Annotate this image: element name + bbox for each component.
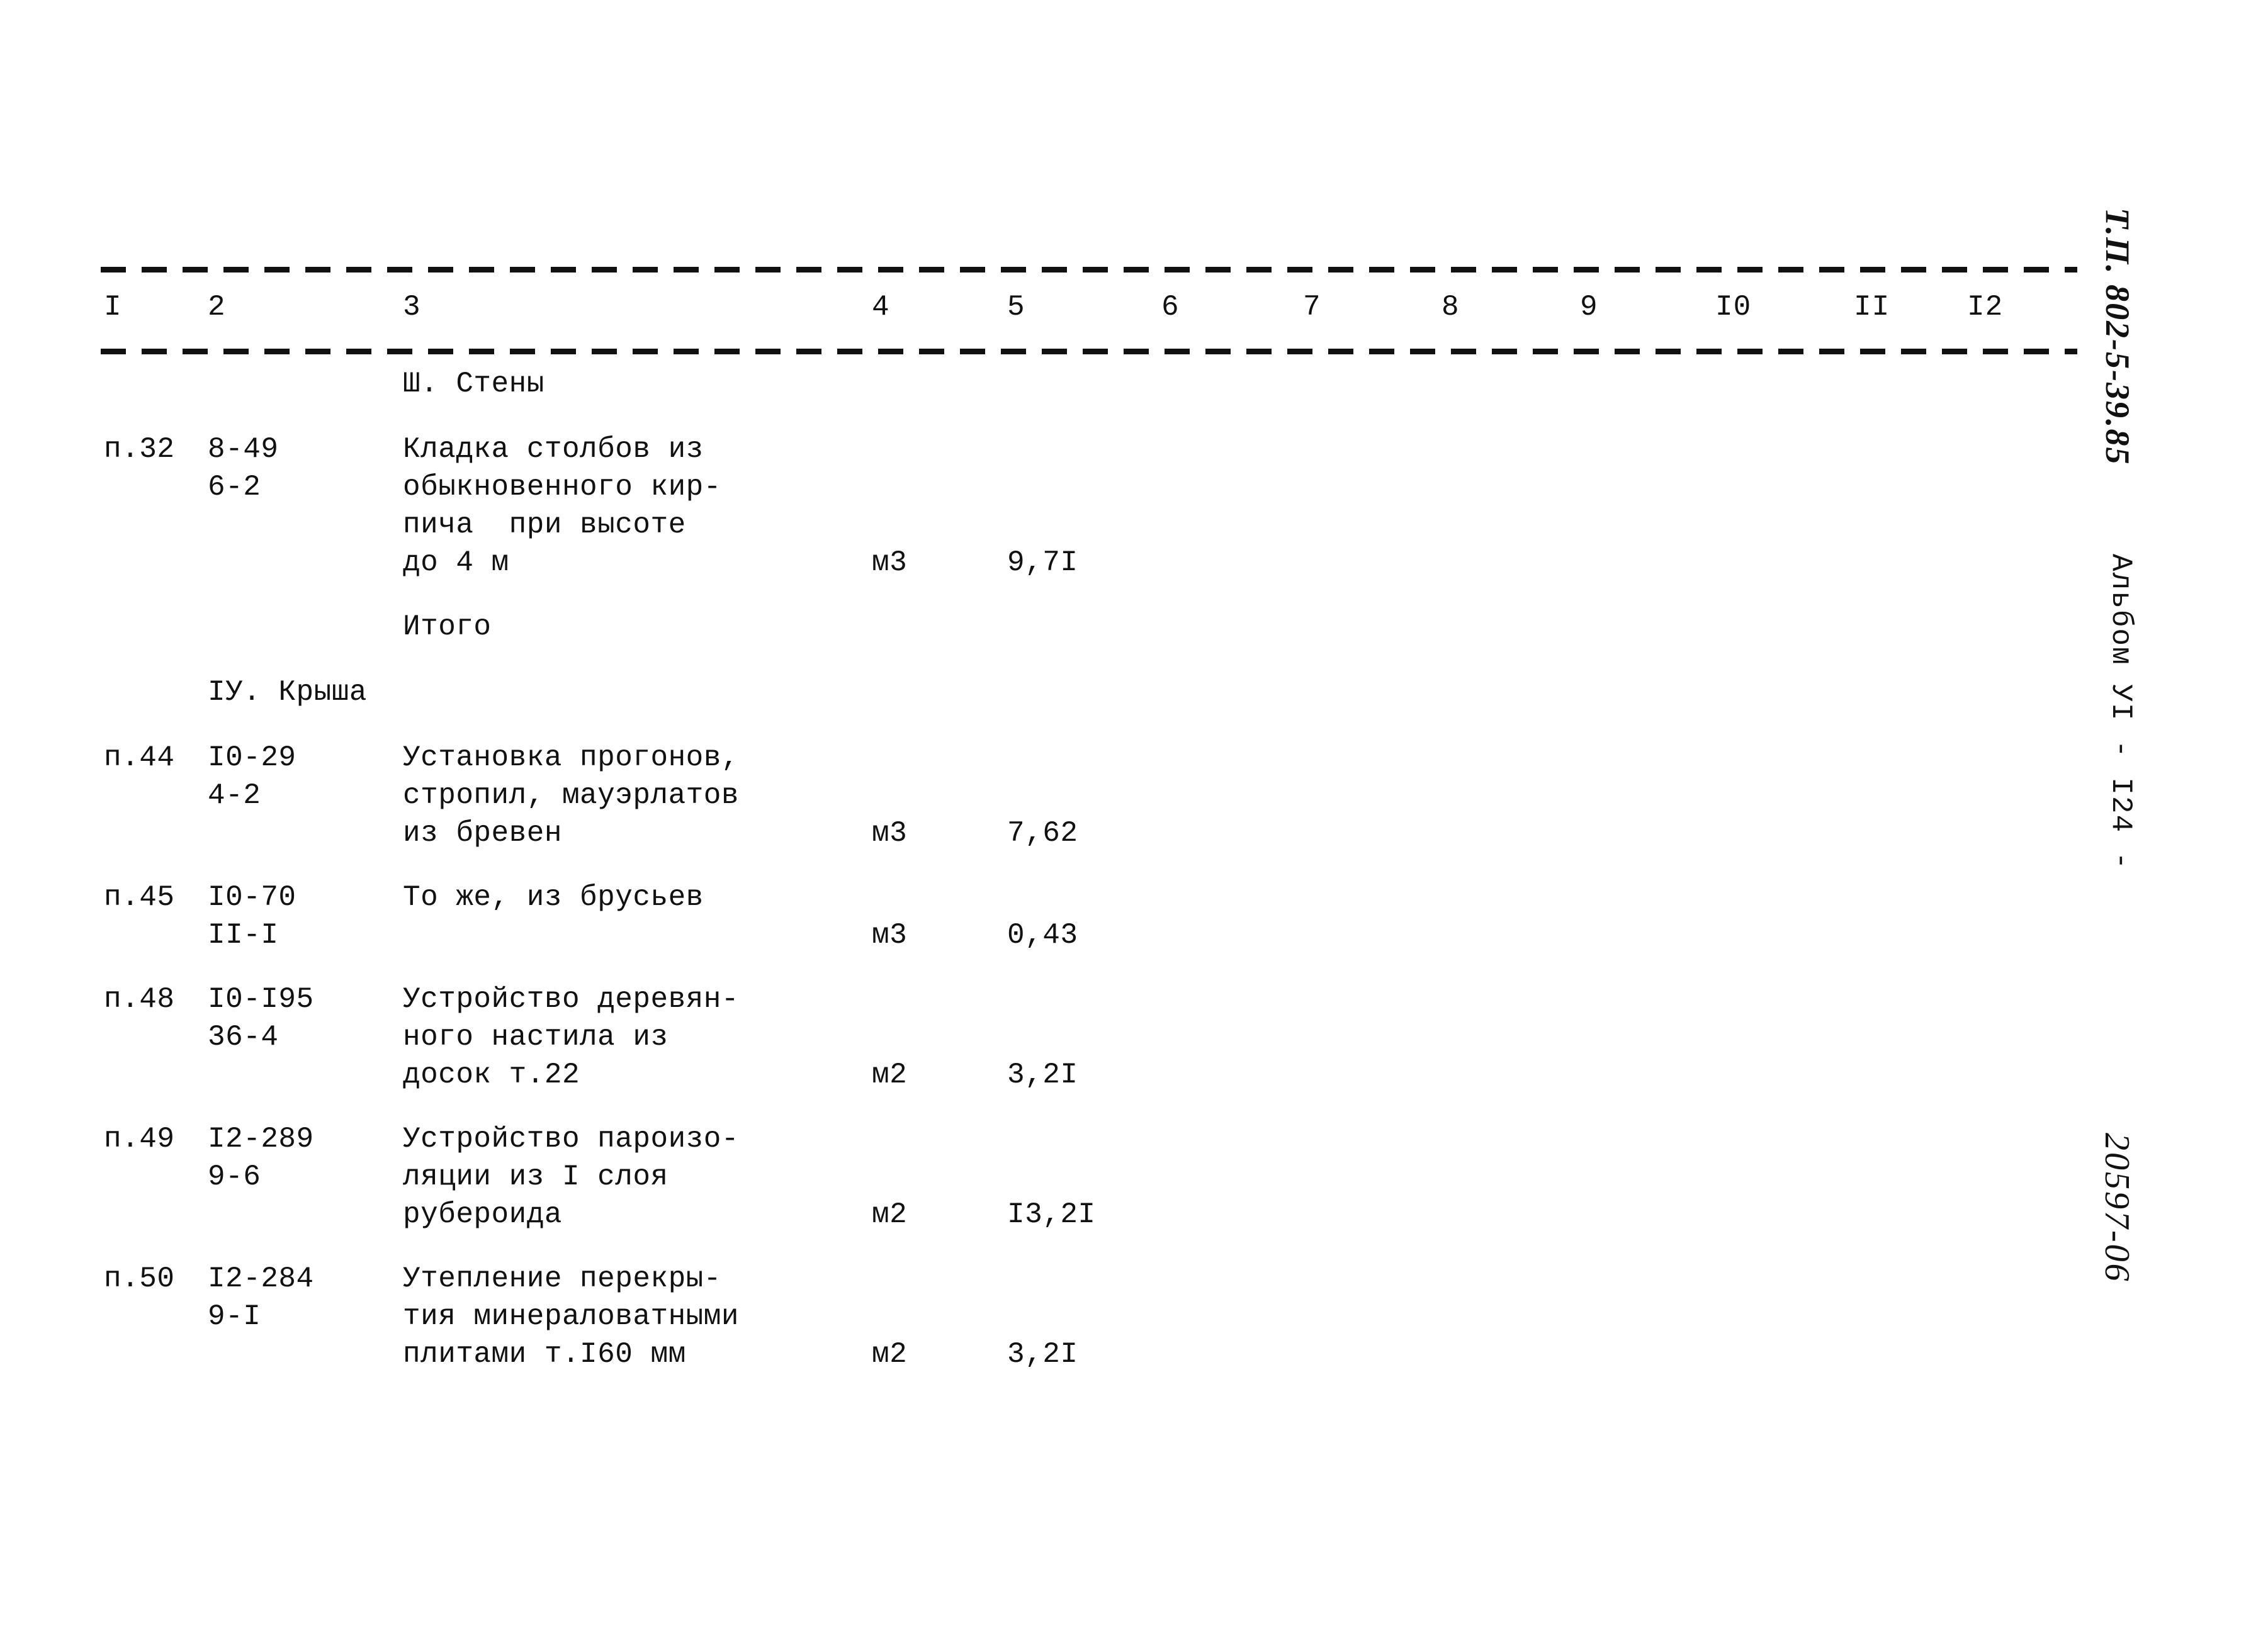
row-description-line: плитами т.I60 мм xyxy=(403,1338,686,1371)
margin-album-page: Альбом УI - I24 - xyxy=(2104,554,2137,871)
row-norm-code-line2: II-I xyxy=(208,919,279,952)
row-item-number: п.32 xyxy=(104,433,175,466)
row-description-line: Кладка столбов из xyxy=(403,433,704,466)
row-item-number: п.48 xyxy=(104,983,175,1016)
table-row: п.45 I0-70 II-I То же, из брусьев м3 0,43 xyxy=(0,879,2268,954)
row-norm-code-line1: I2-284 xyxy=(208,1262,314,1295)
row-description-line: тия минераловатными xyxy=(403,1300,739,1333)
row-quantity: 3,2I xyxy=(1007,1059,1078,1091)
row-description-line: рубероида xyxy=(403,1198,562,1231)
row-description-line: из бревен xyxy=(403,817,562,850)
column-number-4: 4 xyxy=(872,291,890,323)
row-norm-code-line1: I0-70 xyxy=(208,881,296,914)
table-section-heading: Ш. Стены xyxy=(0,365,2268,403)
row-norm-code-line1: I0-I95 xyxy=(208,983,314,1016)
row-norm-code-line1: 8-49 xyxy=(208,433,279,466)
column-number-3: 3 xyxy=(403,291,421,323)
row-description-line: досок т.22 xyxy=(403,1059,580,1091)
section-title: IУ. Крыша xyxy=(208,676,367,709)
row-norm-code-line1: I2-289 xyxy=(208,1123,314,1155)
table-section-heading: IУ. Крыша xyxy=(0,673,2268,711)
row-description-line: стропил, мауэрлатов xyxy=(403,779,739,812)
table-row: п.48 I0-I95 36-4 Устройство деревян-ного на… xyxy=(0,980,2268,1094)
row-item-number: п.45 xyxy=(104,881,175,914)
column-number-8: 8 xyxy=(1441,291,1460,323)
row-quantity: I3,2I xyxy=(1007,1198,1096,1231)
row-quantity: 3,2I xyxy=(1007,1338,1078,1371)
section-title: Ш. Стены xyxy=(403,368,544,400)
table-row: п.50 I2-284 9-I Утепление перекры-тия минер… xyxy=(0,1260,2268,1373)
subtotal-label: Итого xyxy=(403,610,492,643)
row-description-line: Установка прогонов, xyxy=(403,741,739,774)
row-norm-code-line1: I0-29 xyxy=(208,741,296,774)
table-row: п.44 I0-29 4-2 Установка прогонов, стропил, … xyxy=(0,739,2268,852)
row-norm-code-line2: 6-2 xyxy=(208,471,261,503)
column-number-9: 9 xyxy=(1580,291,1598,323)
row-description-line: ляции из I слоя xyxy=(403,1160,669,1193)
row-norm-code-line2: 9-I xyxy=(208,1300,261,1333)
table-rule-bottom xyxy=(101,349,2077,354)
column-number-1: I xyxy=(104,291,122,323)
row-unit: м3 xyxy=(872,817,908,850)
row-quantity: 7,62 xyxy=(1007,817,1078,850)
row-item-number: п.49 xyxy=(104,1123,175,1155)
table-row: п.49 I2-289 9-6 Устройство пароизо-ляции из… xyxy=(0,1120,2268,1233)
column-number-2: 2 xyxy=(208,291,226,323)
row-unit: м3 xyxy=(872,919,908,952)
row-description-line: ного настила из xyxy=(403,1021,669,1053)
row-quantity: 9,7I xyxy=(1007,546,1078,579)
table-row: п.32 8-49 6-2 Кладка столбов из обыкновенног… xyxy=(0,430,2268,582)
row-description-line: обыкновенного кир- xyxy=(403,471,721,503)
row-unit: м3 xyxy=(872,546,908,579)
row-norm-code-line2: 9-6 xyxy=(208,1160,261,1193)
document-sheet: I 2 3 4 5 6 7 8 9 I0 II I2 Ш. Стены п.32 8-49 6-2 Кладк… xyxy=(0,0,2268,1635)
row-description-line: пича при высоте xyxy=(403,508,686,541)
row-description-line: То же, из брусьев xyxy=(403,881,704,914)
column-number-5: 5 xyxy=(1007,291,1025,323)
margin-document-number: 20597-06 xyxy=(2097,1133,2136,1283)
row-unit: м2 xyxy=(872,1059,908,1091)
row-unit: м2 xyxy=(872,1198,908,1231)
row-norm-code-line2: 4-2 xyxy=(208,779,261,812)
column-number-12: I2 xyxy=(1967,291,2004,323)
row-description-line: Устройство пароизо- xyxy=(403,1123,739,1155)
column-number-10: I0 xyxy=(1715,291,1752,323)
row-quantity: 0,43 xyxy=(1007,919,1078,952)
table-column-numbers: I 2 3 4 5 6 7 8 9 I0 II I2 xyxy=(0,291,2268,341)
table-subtotal-label: Итого xyxy=(0,608,2268,646)
row-description-line: Утепление перекры- xyxy=(403,1262,721,1295)
row-norm-code-line2: 36-4 xyxy=(208,1021,279,1053)
margin-type-project: Т.П. 802-5-39.85 xyxy=(2099,208,2136,466)
row-unit: м2 xyxy=(872,1338,908,1371)
row-item-number: п.44 xyxy=(104,741,175,774)
column-number-6: 6 xyxy=(1161,291,1180,323)
row-description-line: Устройство деревян- xyxy=(403,983,739,1016)
row-description-line: до 4 м xyxy=(403,546,509,579)
column-number-11: II xyxy=(1854,291,1890,323)
column-number-7: 7 xyxy=(1303,291,1321,323)
table-rule-top xyxy=(101,267,2077,272)
row-item-number: п.50 xyxy=(104,1262,175,1295)
